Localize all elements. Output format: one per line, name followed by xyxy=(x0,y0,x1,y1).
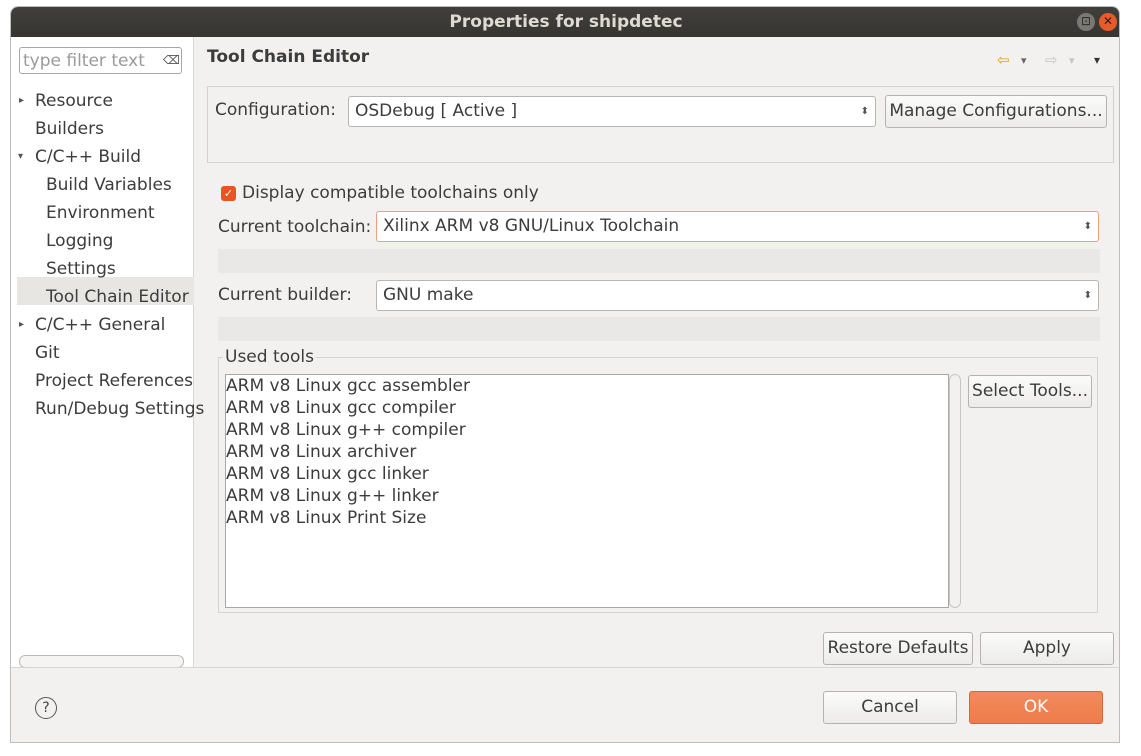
list-item[interactable]: ARM v8 Linux gcc assembler xyxy=(226,375,470,397)
tree-item-project-references[interactable]: Project References xyxy=(35,367,193,395)
builder-value: GNU make xyxy=(383,285,474,305)
filter-box: ⌫ xyxy=(19,47,182,74)
compatible-toolchains-checkbox[interactable]: ✓ xyxy=(221,186,236,201)
filter-input[interactable] xyxy=(23,50,153,72)
view-menu-icon[interactable]: ▾ xyxy=(1094,53,1100,67)
builder-info-strip xyxy=(218,317,1100,341)
updown-arrow-icon: ⬍ xyxy=(860,106,869,117)
builder-label: Current builder: xyxy=(218,285,352,305)
tree-item-run-debug-settings[interactable]: Run/Debug Settings xyxy=(35,395,204,423)
vertical-scrollbar[interactable] xyxy=(949,374,961,608)
tree-item-cpp-build[interactable]: C/C++ Build xyxy=(35,143,141,171)
compatible-toolchains-label[interactable]: Display compatible toolchains only xyxy=(242,183,539,203)
list-item[interactable]: ARM v8 Linux g++ compiler xyxy=(226,419,466,441)
tree-item-environment[interactable]: Environment xyxy=(46,199,155,227)
list-item[interactable]: ARM v8 Linux Print Size xyxy=(226,507,426,529)
updown-arrow-icon: ⬍ xyxy=(1083,221,1092,232)
forward-arrow-icon[interactable]: ⇨ xyxy=(1045,51,1058,69)
back-history-dropdown-icon[interactable]: ▾ xyxy=(1021,54,1027,67)
tree-item-cpp-general[interactable]: C/C++ General xyxy=(35,311,165,339)
ok-button[interactable]: OK xyxy=(969,691,1103,724)
list-item[interactable]: ARM v8 Linux archiver xyxy=(226,441,416,463)
toolchain-info-strip xyxy=(218,249,1100,273)
collapse-arrow-icon[interactable]: ▾ xyxy=(18,151,23,162)
toolchain-value: Xilinx ARM v8 GNU/Linux Toolchain xyxy=(383,216,680,236)
updown-arrow-icon: ⬍ xyxy=(1083,290,1092,301)
tree-item-settings[interactable]: Settings xyxy=(46,255,116,283)
tree-item-build-variables[interactable]: Build Variables xyxy=(46,171,172,199)
help-icon[interactable]: ? xyxy=(35,697,57,719)
forward-history-dropdown-icon[interactable]: ▾ xyxy=(1069,54,1075,67)
tree-item-git[interactable]: Git xyxy=(35,339,60,367)
tree-item-tool-chain-editor[interactable]: Tool Chain Editor xyxy=(46,283,189,311)
page-title: Tool Chain Editor xyxy=(207,47,370,67)
back-arrow-icon[interactable]: ⇦ xyxy=(997,51,1010,69)
expand-arrow-icon[interactable]: ▸ xyxy=(19,95,24,106)
cancel-button[interactable]: Cancel xyxy=(823,691,957,724)
list-item[interactable]: ARM v8 Linux g++ linker xyxy=(226,485,439,507)
restore-defaults-button[interactable]: Restore Defaults xyxy=(823,632,973,665)
configuration-label: Configuration: xyxy=(215,100,337,120)
apply-button[interactable]: Apply xyxy=(980,632,1114,665)
clear-filter-icon[interactable]: ⌫ xyxy=(163,52,180,68)
list-item[interactable]: ARM v8 Linux gcc compiler xyxy=(226,397,456,419)
expand-arrow-icon[interactable]: ▸ xyxy=(19,319,24,330)
configuration-panel: Configuration: OSDebug [ Active ] ⬍ Mana… xyxy=(207,86,1114,163)
close-icon[interactable]: ✕ xyxy=(1099,13,1117,31)
used-tools-legend: Used tools xyxy=(223,347,317,367)
list-item[interactable]: ARM v8 Linux gcc linker xyxy=(226,463,429,485)
manage-configurations-button[interactable]: Manage Configurations... xyxy=(885,95,1107,128)
maximize-icon[interactable]: ⊡ xyxy=(1077,13,1095,31)
tree-item-logging[interactable]: Logging xyxy=(46,227,113,255)
used-tools-list[interactable]: ARM v8 Linux gcc assembler ARM v8 Linux … xyxy=(225,374,949,608)
configuration-select[interactable]: OSDebug [ Active ] ⬍ xyxy=(348,96,876,127)
tree-item-builders[interactable]: Builders xyxy=(35,115,104,143)
configuration-value: OSDebug [ Active ] xyxy=(355,101,518,121)
select-tools-button[interactable]: Select Tools... xyxy=(968,375,1092,408)
toolchain-select[interactable]: Xilinx ARM v8 GNU/Linux Toolchain ⬍ xyxy=(376,211,1099,242)
navigation-pane: ⌫ ▸ Resource Builders ▾ C/C++ Build Buil… xyxy=(11,37,204,668)
title-bar[interactable]: Properties for shipdetec ⊡ ✕ xyxy=(11,7,1119,37)
window-title: Properties for shipdetec xyxy=(449,12,683,32)
properties-dialog: Properties for shipdetec ⊡ ✕ ⌫ ▸ Resourc… xyxy=(10,6,1120,743)
tree-item-resource[interactable]: Resource xyxy=(35,87,113,115)
toolchain-label: Current toolchain: xyxy=(218,217,372,237)
builder-select[interactable]: GNU make ⬍ xyxy=(376,280,1099,311)
